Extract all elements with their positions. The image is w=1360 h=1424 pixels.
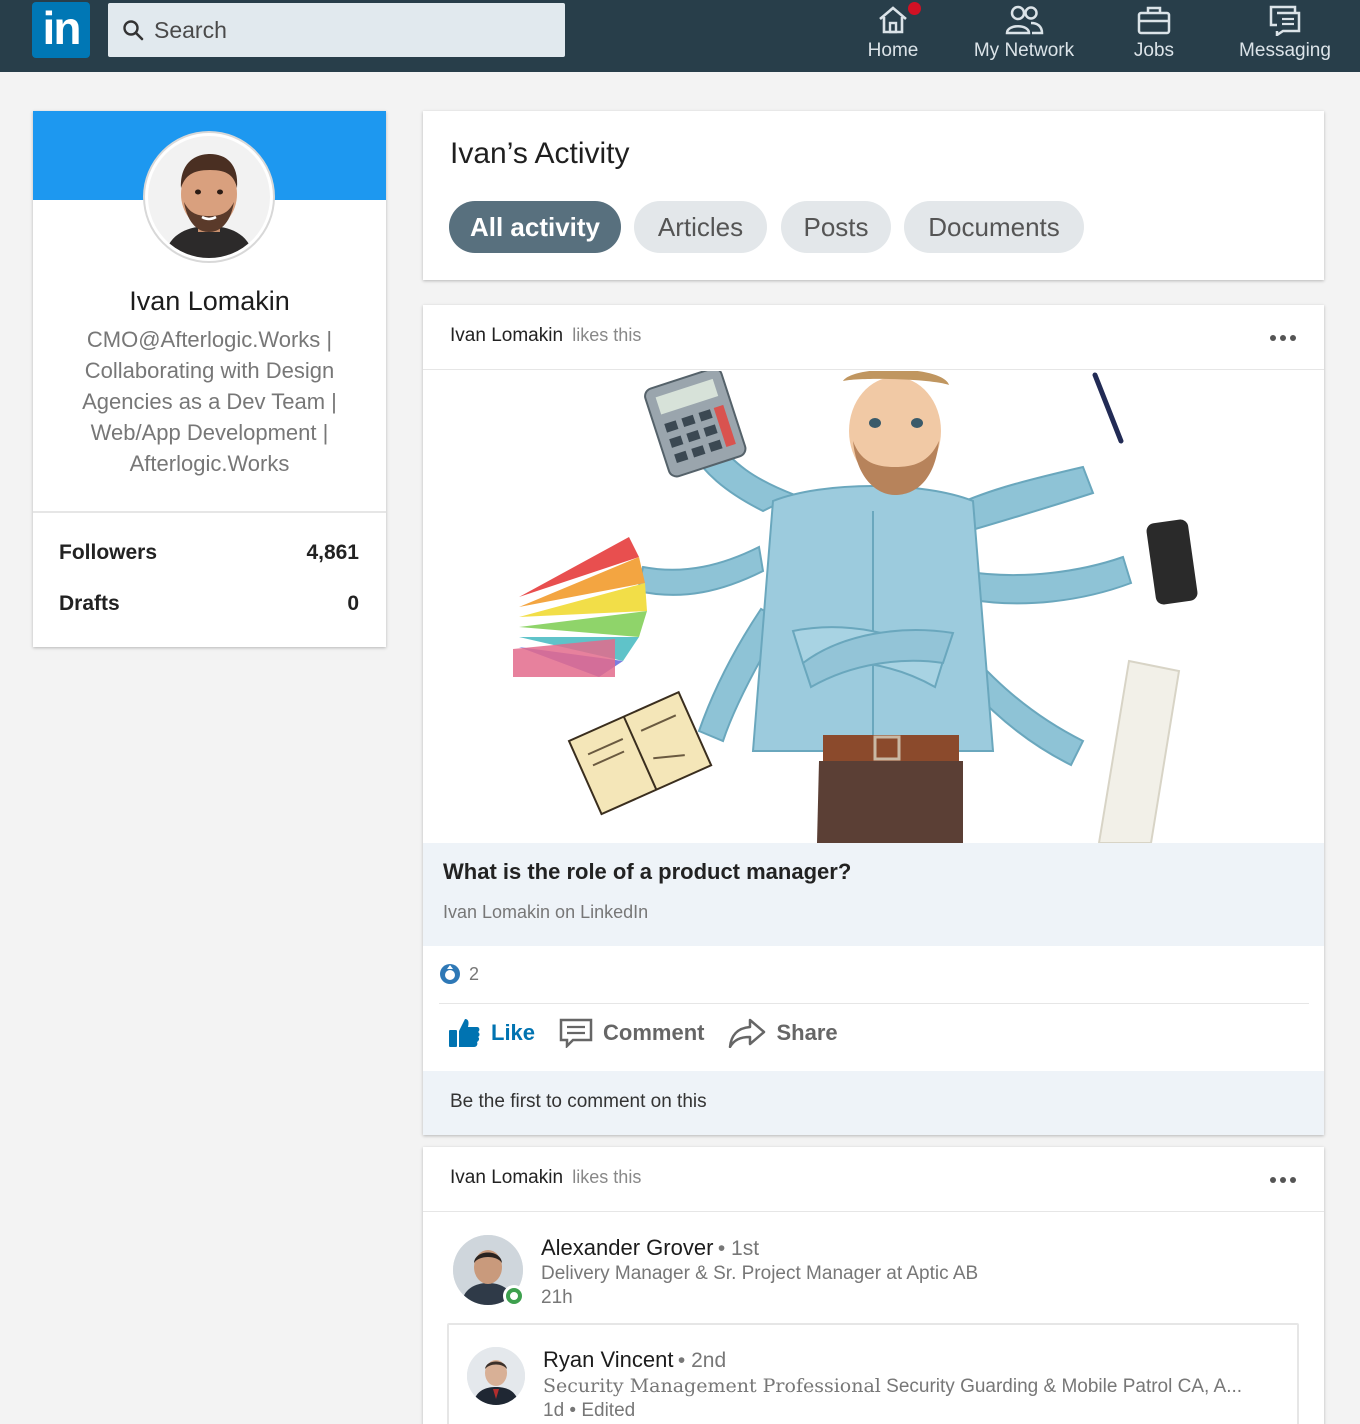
stat-followers-value: 4,861 (306, 541, 359, 564)
post-author[interactable]: Alexander Grover • 1st Delivery Manager … (453, 1235, 978, 1309)
shared-author-avatar[interactable] (467, 1347, 525, 1405)
author-headline: Delivery Manager & Sr. Project Manager a… (541, 1263, 979, 1284)
article-title[interactable]: What is the role of a product manager? (443, 859, 851, 885)
nav-home[interactable]: Home (866, 2, 921, 66)
comment-icon (559, 1018, 593, 1048)
share-icon (729, 1018, 766, 1048)
online-status-icon (503, 1285, 525, 1307)
divider (423, 369, 1324, 370)
messaging-icon (1267, 2, 1303, 38)
nav-my-network[interactable]: My Network (970, 2, 1078, 66)
feed-post-2: Ivan Lomakin likes this Alexander Grover… (423, 1147, 1324, 1424)
post-header: Ivan Lomakin likes this (450, 1167, 641, 1189)
comment-prompt-bar[interactable]: Be the first to comment on this (423, 1071, 1324, 1135)
more-options-icon[interactable] (1270, 1177, 1296, 1183)
post-actions: Like Comment Share (447, 1017, 862, 1049)
like-label: Like (491, 1020, 536, 1045)
shared-post-time: 1d • Edited (543, 1400, 636, 1421)
divider (439, 1003, 1309, 1004)
post-actor[interactable]: Ivan Lomakin (450, 1167, 563, 1188)
linkedin-logo[interactable]: in (32, 2, 90, 58)
stat-drafts[interactable]: Drafts 0 (59, 592, 359, 616)
stat-followers-label: Followers (59, 541, 158, 564)
stat-drafts-label: Drafts (59, 592, 120, 615)
tab-posts[interactable]: Posts (781, 201, 891, 253)
reaction-summary[interactable]: 2 (439, 963, 479, 985)
activity-header-card: Ivan’s Activity All activity Articles Po… (423, 111, 1324, 280)
share-button[interactable]: Share (728, 1018, 838, 1048)
tab-documents[interactable]: Documents (904, 201, 1084, 253)
stat-drafts-value: 0 (347, 592, 359, 615)
post-actor[interactable]: Ivan Lomakin (450, 325, 563, 346)
tab-all-activity[interactable]: All activity (449, 201, 621, 253)
search-box[interactable] (108, 3, 565, 57)
post-action: likes this (572, 1167, 642, 1187)
reaction-count: 2 (469, 963, 480, 984)
nav-my-network-label: My Network (973, 40, 1075, 61)
profile-card: Ivan Lomakin CMO@Afterlogic.Works | Coll… (33, 111, 386, 647)
shared-post-author[interactable]: Ryan Vincent • 2nd Security Management P… (467, 1347, 1242, 1422)
article-image[interactable] (423, 371, 1324, 843)
comment-label: Comment (603, 1020, 705, 1045)
like-button[interactable]: Like (447, 1017, 535, 1049)
article-preview[interactable]: What is the role of a product manager? I… (423, 843, 1324, 946)
insightful-reaction-icon (440, 964, 460, 984)
stat-followers[interactable]: Followers 4,861 (59, 541, 359, 565)
feed-post: Ivan Lomakin likes this What is the role… (423, 305, 1324, 1135)
top-navigation-bar: in Home My Network Jobs Messaging (0, 0, 1360, 72)
profile-name[interactable]: Ivan Lomakin (33, 286, 386, 317)
home-icon (877, 2, 921, 38)
comment-button[interactable]: Comment (559, 1018, 704, 1048)
tab-articles[interactable]: Articles (634, 201, 767, 253)
author-name[interactable]: Alexander Grover (541, 1235, 713, 1260)
nav-messaging[interactable]: Messaging (1235, 2, 1335, 66)
nav-jobs-label: Jobs (1133, 40, 1175, 61)
author-degree: • 1st (717, 1237, 760, 1260)
more-options-icon[interactable] (1270, 335, 1296, 341)
shared-author-headline-styled: Security Management Professional (543, 1375, 881, 1397)
share-label: Share (776, 1020, 838, 1045)
post-header: Ivan Lomakin likes this (450, 325, 641, 347)
briefcase-icon (1136, 2, 1172, 38)
search-icon (123, 20, 144, 41)
shared-author-name[interactable]: Ryan Vincent (543, 1347, 673, 1372)
profile-headline: CMO@Afterlogic.Works | Collaborating wit… (82, 327, 337, 476)
logo-text: in (42, 2, 82, 54)
network-icon (1004, 2, 1044, 38)
shared-post[interactable]: Ryan Vincent • 2nd Security Management P… (447, 1323, 1299, 1424)
profile-avatar[interactable] (145, 133, 273, 261)
profile-divider (33, 511, 386, 513)
shared-author-degree: • 2nd (677, 1349, 727, 1372)
activity-title: Ivan’s Activity (450, 137, 630, 170)
notification-dot (908, 2, 921, 15)
shared-author-headline: Security Guarding & Mobile Patrol CA, A.… (886, 1376, 1243, 1397)
nav-messaging-label: Messaging (1239, 40, 1331, 61)
divider (423, 1211, 1324, 1212)
comment-prompt: Be the first to comment on this (450, 1091, 707, 1112)
article-source: Ivan Lomakin on LinkedIn (443, 902, 649, 922)
search-input[interactable] (154, 16, 554, 44)
post-action: likes this (572, 325, 642, 345)
post-time: 21h (541, 1287, 573, 1308)
nav-home-label: Home (867, 40, 919, 61)
thumbs-up-icon (449, 1019, 480, 1047)
nav-jobs[interactable]: Jobs (1131, 2, 1177, 66)
